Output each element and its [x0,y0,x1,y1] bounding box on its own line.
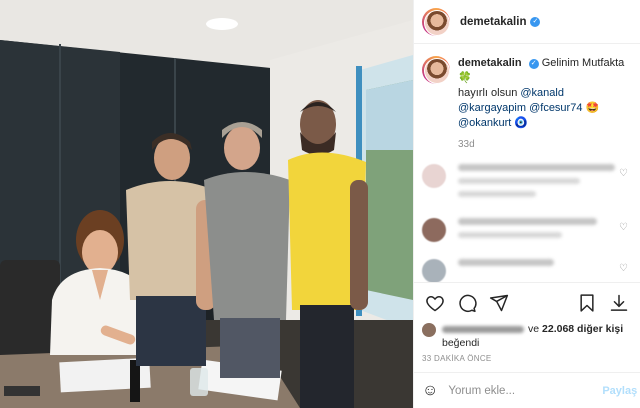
verified-badge-icon: ✓ [528,59,539,69]
mention-link[interactable]: @kargayapim [458,102,526,114]
download-icon [610,294,628,311]
commenter-avatar[interactable] [422,259,446,282]
likes-summary[interactable]: ve 22.068 diğer kişi beğendi [414,322,640,350]
comments-section[interactable]: demetakalin ✓ Gelinim Mutfakta 🍀 hayırlı … [414,44,640,282]
post-photo[interactable] [0,0,413,408]
header-username[interactable]: demetakalin [460,16,526,28]
star-eyes-emoji: 🤩 [585,102,600,114]
post-header: demetakalin ✓ [414,0,640,44]
mention-link[interactable]: @fcesur74 [529,102,582,114]
caption-line2: hayırlı olsun [458,87,518,99]
comment-item: ♡ [422,218,632,245]
comment-icon [459,294,477,312]
caption-title: Gelinim Mutfakta [541,57,625,69]
likes-connector: ve [528,323,540,335]
add-comment-bar: ☺ Paylaş [414,372,640,408]
blurred-comment [458,164,632,204]
like-button[interactable] [422,290,448,316]
heart-icon [426,295,444,311]
liker-avatar [422,323,436,337]
avatar[interactable] [422,7,450,36]
download-button[interactable] [606,290,632,316]
office-photo-illustration [0,0,413,408]
caption-avatar[interactable] [422,56,450,84]
nazar-emoji: 🧿 [514,117,529,129]
commenter-avatar[interactable] [422,218,446,242]
post-comment-button[interactable]: Paylaş [602,385,637,397]
comment-item: ♡ [422,259,632,282]
likes-suffix: beğendi [442,337,480,349]
share-icon [489,294,509,311]
commenter-avatar[interactable] [422,164,446,188]
share-button[interactable] [486,290,512,316]
caption-text: demetakalin ✓ Gelinim Mutfakta 🍀 hayırlı … [458,56,632,131]
comment-like-icon[interactable]: ♡ [619,222,628,233]
blurred-comment [458,259,632,273]
bookmark-icon [580,293,594,312]
blurred-comment [458,218,632,245]
post-side-panel: demetakalin ✓ demetakalin ✓ Gelinim Mutf… [413,0,640,408]
comment-input[interactable] [448,384,603,397]
comment-like-icon[interactable]: ♡ [619,168,628,179]
comment-like-icon[interactable]: ♡ [619,263,628,274]
post-actions [414,282,640,322]
caption-age: 33d [458,139,475,150]
verified-badge-icon: ✓ [530,16,541,27]
post-timestamp[interactable]: 33 DAKİKA ÖNCE [414,350,640,372]
save-button[interactable] [574,290,600,316]
mention-link[interactable]: @okankurt [458,117,511,129]
post-caption: demetakalin ✓ Gelinim Mutfakta 🍀 hayırlı … [422,56,632,131]
comment-item: ♡ [422,164,632,204]
emoji-icon[interactable]: ☺ [422,382,438,400]
caption-username[interactable]: demetakalin [458,57,522,69]
mention-link[interactable]: @kanald [520,87,564,99]
instagram-post: demetakalin ✓ demetakalin ✓ Gelinim Mutf… [0,0,640,408]
comment-button[interactable] [454,290,480,316]
blurred-liker-name [442,325,524,333]
clover-emoji: 🍀 [458,72,472,84]
likes-count[interactable]: 22.068 diğer kişi [542,323,623,335]
